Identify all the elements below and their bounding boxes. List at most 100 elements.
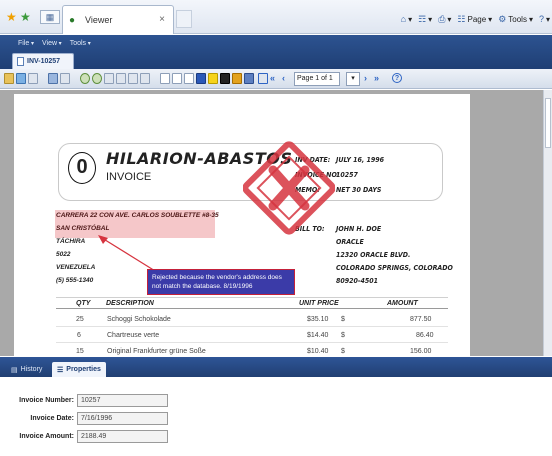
feeds-icon: ☶: [418, 13, 427, 24]
favorites-star-icon[interactable]: ★: [6, 10, 17, 24]
table-cell-currency: $: [341, 348, 345, 355]
fit-page-icon[interactable]: [104, 73, 114, 84]
zoom-out-icon[interactable]: [92, 73, 102, 84]
vendor-address-line: (5) 555-1340: [56, 277, 94, 284]
stamp-tool-icon[interactable]: [232, 73, 242, 84]
document-viewer[interactable]: 0 HILARION-ABASTOS INVOICE INV DATE: JUL…: [0, 90, 552, 356]
command-bar: ⌂ ▾ ☶ ▾ ⎙ ▾ ☷ Page ▾ ⚙ Tools ▾ ? ▾: [401, 13, 550, 25]
note-tool-icon[interactable]: [244, 73, 254, 84]
help-icon[interactable]: ?: [392, 73, 402, 83]
document-type: INVOICE: [106, 171, 152, 183]
page-icon: ☷: [457, 13, 466, 24]
save-annotations-icon[interactable]: [258, 73, 268, 84]
vendor-address-line: TÁCHIRA: [56, 238, 86, 245]
invoice-date-field[interactable]: 7/16/1996: [77, 412, 168, 425]
table-cell-amount: 86.40: [416, 332, 434, 339]
page-indicator[interactable]: Page 1 of 1: [294, 72, 340, 86]
zoom-in-icon[interactable]: [80, 73, 90, 84]
menu-tools[interactable]: Tools: [70, 40, 91, 47]
tools-menu-button[interactable]: ⚙ Tools ▾: [498, 14, 533, 25]
invoice-amount-field[interactable]: 2188.49: [77, 430, 168, 443]
invoice-number-field[interactable]: 10257: [77, 394, 168, 407]
menu-bar: File View Tools: [18, 40, 91, 47]
new-tab-button[interactable]: [176, 10, 192, 28]
viewer-toolbar: « ‹ Page 1 of 1 ▾ › » ?: [0, 69, 552, 89]
highlighter-icon[interactable]: [208, 73, 218, 84]
table-cell-amount: 156.00: [410, 348, 432, 355]
bill-to-line: ORACLE: [336, 238, 364, 246]
print-icon[interactable]: [28, 73, 38, 84]
previous-page-icon[interactable]: ‹: [282, 73, 285, 83]
company-logo: 0: [68, 152, 96, 184]
vertical-scrollbar[interactable]: [543, 90, 552, 356]
last-page-icon[interactable]: »: [374, 73, 379, 83]
pointer-icon[interactable]: [160, 73, 170, 84]
document-tab-label: INV-10257: [27, 58, 61, 65]
help-button[interactable]: ? ▾: [539, 14, 550, 24]
browser-tab-viewer[interactable]: ● Viewer ×: [62, 5, 174, 34]
scrollbar-thumb[interactable]: [545, 98, 551, 148]
document-tab[interactable]: INV-10257: [12, 53, 74, 69]
table-cell-qty: 6: [77, 332, 81, 339]
table-cell-price: $10.40: [307, 348, 329, 355]
bill-to-line: 80920-4501: [336, 277, 379, 285]
open-icon[interactable]: [4, 73, 14, 84]
column-description: DESCRIPTION: [106, 300, 154, 307]
invoice-page: 0 HILARION-ABASTOS INVOICE INV DATE: JUL…: [14, 94, 470, 356]
feeds-button[interactable]: ☶ ▾: [418, 14, 432, 25]
print-button[interactable]: ⎙ ▾: [438, 14, 451, 25]
rejected-stamp[interactable]: [243, 140, 335, 236]
bill-to-line: JOHN H. DOE: [336, 225, 382, 233]
gear-icon: ⚙: [498, 13, 507, 24]
properties-panel: Invoice Number: 10257 Invoice Date: 7/16…: [0, 377, 552, 456]
bill-to-line: 12320 ORACLE BLVD.: [336, 251, 411, 259]
copy-icon[interactable]: [48, 73, 58, 84]
table-cell-currency: $: [341, 316, 345, 323]
properties-icon: ☰: [57, 366, 64, 374]
table-cell-price: $14.40: [307, 332, 329, 339]
tab-properties[interactable]: ☰ Properties: [52, 362, 106, 377]
redact-icon[interactable]: [220, 73, 230, 84]
line-tool-icon[interactable]: [196, 73, 206, 84]
menu-file[interactable]: File: [18, 40, 34, 47]
rotate-icon[interactable]: [128, 73, 138, 84]
table-cell-amount: 877.50: [410, 316, 432, 323]
line-items-header: QTY DESCRIPTION UNIT PRICE AMOUNT: [56, 297, 448, 309]
app-header: File View Tools INV-10257: [0, 35, 552, 69]
column-unit-price: UNIT PRICE: [299, 300, 339, 307]
text-tool-icon[interactable]: [172, 73, 182, 84]
vendor-address-line: CARRERA 22 CON AVE. CARLOS SOUBLETTE #8-…: [56, 212, 219, 219]
page-dropdown[interactable]: ▾: [346, 72, 360, 86]
column-qty: QTY: [76, 300, 91, 307]
rejection-note[interactable]: Rejected because the vendor's address do…: [147, 269, 295, 295]
close-tab-icon[interactable]: ×: [159, 14, 165, 25]
table-cell-price: $35.10: [307, 316, 329, 323]
history-icon: ▤: [11, 366, 18, 374]
invoice-date-field-label: Invoice Date:: [30, 415, 74, 422]
table-cell-currency: $: [341, 332, 345, 339]
vendor-address-line: VENEZUELA: [56, 264, 96, 271]
fit-width-icon[interactable]: [116, 73, 126, 84]
quick-tabs-icon[interactable]: ▦: [40, 10, 60, 24]
page-menu-button[interactable]: ☷ Page ▾: [457, 14, 492, 25]
save-icon[interactable]: [16, 73, 26, 84]
home-button[interactable]: ⌂ ▾: [401, 14, 412, 24]
bill-to-line: COLORADO SPRINGS, COLORADO: [336, 264, 453, 272]
invoice-number-field-label: Invoice Number:: [19, 397, 74, 404]
menu-view[interactable]: View: [42, 40, 62, 47]
rectangle-tool-icon[interactable]: [184, 73, 194, 84]
row-divider: [56, 342, 448, 343]
page-icon: ●: [69, 15, 76, 26]
document-icon: [17, 57, 24, 66]
tab-history[interactable]: ▤ History: [6, 362, 47, 377]
table-cell-qty: 15: [76, 348, 84, 355]
table-cell-description: Schoggi Schokolade: [107, 316, 171, 323]
next-page-icon[interactable]: ›: [364, 73, 367, 83]
add-favorite-icon[interactable]: ★: [20, 10, 31, 24]
invoice-date-value: JULY 16, 1996: [336, 156, 385, 164]
invoice-number-value: 10257: [336, 171, 358, 179]
paste-icon[interactable]: [60, 73, 70, 84]
first-page-icon[interactable]: «: [270, 73, 275, 83]
table-cell-description: Original Frankfurter grüne Soße: [107, 348, 206, 355]
select-icon[interactable]: [140, 73, 150, 84]
